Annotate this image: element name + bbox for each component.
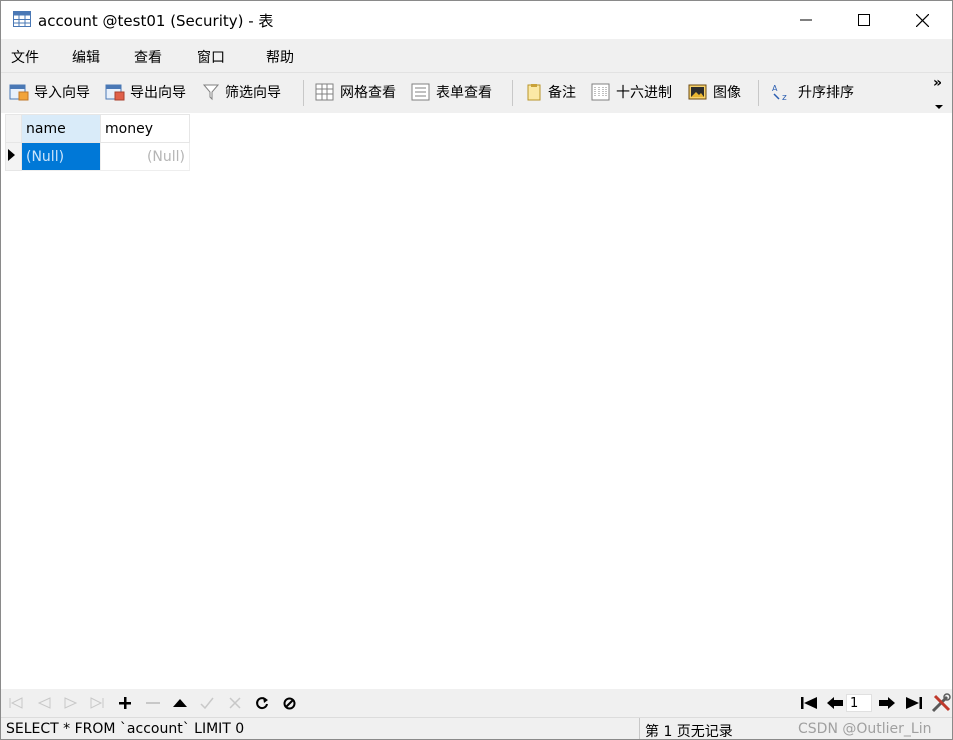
page-number-input[interactable]: 1 [846, 694, 872, 712]
table-row[interactable]: (Null) (Null) [5, 142, 190, 171]
maximize-button[interactable] [835, 1, 893, 39]
form-view-button[interactable]: 表单查看 [411, 81, 492, 103]
results-table: name money (Null) (Null) [5, 114, 190, 171]
hex-label: 十六进制 [616, 85, 672, 101]
form-view-label: 表单查看 [436, 85, 492, 101]
status-page-info: 第 1 页无记录 [645, 724, 733, 740]
memo-button[interactable]: 备注 [525, 81, 576, 103]
last-record-icon[interactable] [89, 695, 105, 711]
last-page-icon[interactable] [906, 695, 922, 711]
column-header-money[interactable]: money [100, 114, 190, 143]
next-record-icon[interactable] [63, 695, 79, 711]
close-icon [915, 13, 929, 27]
filter-icon [202, 84, 220, 101]
toolbar-divider [303, 80, 304, 106]
maximize-icon [858, 14, 870, 26]
form-view-icon [411, 83, 430, 101]
previous-page-icon[interactable] [827, 695, 843, 711]
export-wizard-label: 导出向导 [130, 85, 186, 101]
status-bar: SELECT * FROM `account` LIMIT 0 第 1 页无记录… [1, 717, 952, 740]
sort-ascending-icon: A z [772, 84, 787, 101]
grid-view-icon [315, 83, 334, 101]
import-wizard-button[interactable]: 导入向导 [9, 81, 90, 103]
refresh-icon[interactable] [254, 695, 270, 711]
menu-window[interactable]: 窗口 [197, 47, 225, 67]
window-title: account @test01 (Security) - 表 [38, 12, 274, 30]
menu-bar: 文件 编辑 查看 窗口 帮助 [1, 39, 952, 72]
status-divider [639, 718, 640, 739]
settings-tools-icon[interactable] [931, 693, 951, 713]
first-page-icon[interactable] [801, 695, 817, 711]
title-bar: account @test01 (Security) - 表 [1, 1, 952, 39]
toolbar: 导入向导 导出向导 筛选向导 网格查看 表单查看 备注 十六进制 图像 A z … [1, 72, 952, 114]
filter-wizard-label: 筛选向导 [225, 85, 281, 101]
close-button[interactable] [893, 1, 951, 39]
minimize-button[interactable] [777, 1, 835, 39]
hex-button[interactable]: 十六进制 [591, 81, 672, 103]
discard-changes-icon[interactable] [227, 695, 243, 711]
svg-text:A: A [772, 84, 778, 93]
minimize-icon [800, 19, 812, 21]
table-icon [13, 11, 31, 27]
hex-icon [591, 83, 610, 101]
table-window: account @test01 (Security) - 表 文件 编辑 查看 … [0, 0, 953, 740]
toolbar-divider [512, 80, 513, 106]
memo-icon [527, 84, 541, 101]
toolbar-divider [758, 80, 759, 106]
current-row-arrow-icon [8, 149, 15, 161]
status-sql-text: SELECT * FROM `account` LIMIT 0 [6, 721, 245, 737]
header-row: name money [5, 114, 190, 143]
svg-text:z: z [782, 93, 787, 101]
row-indicator[interactable] [5, 142, 22, 171]
next-page-icon[interactable] [879, 695, 895, 711]
first-record-icon[interactable] [8, 695, 24, 711]
grid-view-button[interactable]: 网格查看 [315, 81, 396, 103]
import-icon [9, 84, 29, 101]
move-up-icon[interactable] [172, 695, 188, 711]
toolbar-dropdown-icon[interactable] [935, 95, 943, 114]
memo-label: 备注 [548, 85, 576, 101]
export-icon [105, 84, 125, 101]
stop-icon[interactable] [281, 695, 297, 711]
sort-ascending-label: 升序排序 [798, 85, 854, 101]
menu-edit[interactable]: 编辑 [72, 47, 100, 67]
image-icon [688, 84, 707, 100]
cell-money[interactable]: (Null) [100, 142, 190, 171]
data-grid: name money (Null) (Null) [1, 113, 952, 689]
watermark: CSDN @Outlier_Lin [798, 721, 932, 737]
export-wizard-button[interactable]: 导出向导 [105, 81, 186, 103]
previous-record-icon[interactable] [36, 695, 52, 711]
record-navigation-bar: 1 [1, 689, 952, 717]
add-record-icon[interactable] [117, 695, 133, 711]
corner-cell[interactable] [5, 114, 22, 143]
menu-view[interactable]: 查看 [134, 47, 162, 67]
sort-ascending-button[interactable]: A z 升序排序 [771, 81, 854, 103]
apply-changes-icon[interactable] [199, 695, 215, 711]
image-button[interactable]: 图像 [688, 81, 741, 103]
menu-file[interactable]: 文件 [11, 47, 39, 67]
delete-record-icon[interactable] [145, 695, 161, 711]
toolbar-overflow-button[interactable]: » [933, 75, 942, 91]
column-header-name[interactable]: name [21, 114, 101, 143]
filter-wizard-button[interactable]: 筛选向导 [202, 81, 281, 103]
menu-help[interactable]: 帮助 [266, 47, 294, 67]
import-wizard-label: 导入向导 [34, 85, 90, 101]
cell-name[interactable]: (Null) [21, 142, 101, 171]
image-label: 图像 [713, 85, 741, 101]
grid-view-label: 网格查看 [340, 85, 396, 101]
